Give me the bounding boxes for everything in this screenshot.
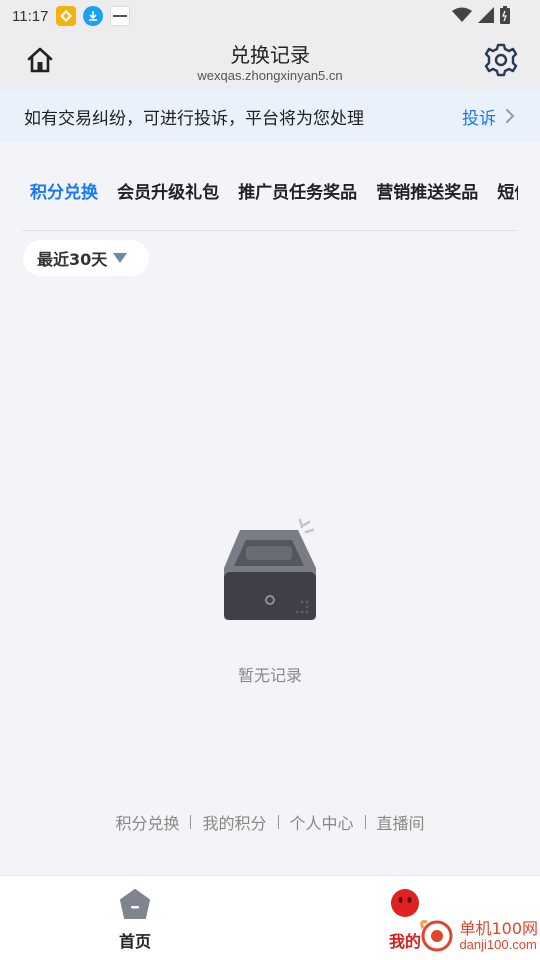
footer-link-points-exchange[interactable]: 积分兑换 bbox=[115, 810, 179, 834]
category-tabs-card: 积分兑换 会员升级礼包 推广员任务奖品 营销推送奖品 短信 bbox=[22, 148, 518, 231]
status-time: 11:17 bbox=[12, 7, 49, 25]
user-nav-icon bbox=[391, 889, 419, 917]
footer-separator bbox=[190, 815, 192, 829]
empty-inbox-icon bbox=[224, 518, 316, 620]
status-bar: 11:17 bbox=[0, 0, 540, 32]
complaint-link[interactable]: 投诉 bbox=[462, 104, 496, 129]
date-range-label: 最近30天 bbox=[37, 250, 108, 269]
notice-text: 如有交易纠纷，可进行投诉，平台将为您处理 bbox=[24, 108, 364, 129]
footer-links: 积分兑换 我的积分 个人中心 直播间 bbox=[0, 810, 540, 834]
page-title: 兑换记录 bbox=[230, 43, 310, 67]
header: 兑换记录 wexqas.zhongxinyan5.cn bbox=[0, 32, 540, 90]
tab-promoter-task-prize[interactable]: 推广员任务奖品 bbox=[238, 178, 357, 203]
tab-marketing-push-prize[interactable]: 营销推送奖品 bbox=[376, 178, 478, 203]
date-range-filter[interactable]: 最近30天 bbox=[23, 240, 149, 276]
footer-link-my-points[interactable]: 我的积分 bbox=[202, 810, 266, 834]
nav-label-home: 首页 bbox=[118, 932, 151, 951]
watermark-logo-icon bbox=[420, 920, 453, 952]
category-tabs: 积分兑换 会员升级礼包 推广员任务奖品 营销推送奖品 短信 bbox=[30, 178, 518, 203]
watermark-sub-text: danji100.com bbox=[459, 937, 537, 952]
footer-separator bbox=[364, 815, 366, 829]
news-icon bbox=[110, 6, 131, 26]
footer-link-live-room[interactable]: 直播间 bbox=[377, 810, 425, 834]
nav-item-home[interactable]: 首页 bbox=[85, 888, 185, 952]
chevron-right-icon[interactable] bbox=[504, 108, 516, 124]
footer-link-personal-center[interactable]: 个人中心 bbox=[290, 810, 354, 834]
settings-button[interactable] bbox=[484, 43, 518, 77]
tab-points-exchange[interactable]: 积分兑换 bbox=[30, 178, 98, 203]
tab-sms[interactable]: 短信 bbox=[497, 178, 518, 203]
app-logo-icon bbox=[56, 6, 77, 26]
wifi-icon bbox=[452, 7, 472, 22]
signal-icon bbox=[478, 7, 494, 23]
page-subtitle-url: wexqas.zhongxinyan5.cn bbox=[197, 68, 343, 83]
caret-down-icon bbox=[113, 253, 128, 263]
site-watermark: 单机100网 danji100.com bbox=[419, 918, 538, 954]
tab-divider bbox=[22, 230, 518, 231]
complaint-notice-bar: 如有交易纠纷，可进行投诉，平台将为您处理 投诉 bbox=[0, 90, 540, 142]
footer-separator bbox=[277, 815, 279, 829]
gear-icon bbox=[484, 43, 518, 77]
tab-member-upgrade-gift[interactable]: 会员升级礼包 bbox=[117, 178, 219, 203]
download-icon bbox=[83, 6, 104, 26]
battery-icon bbox=[500, 6, 510, 24]
home-nav-icon bbox=[120, 889, 150, 919]
watermark-main-text: 单机100网 bbox=[459, 919, 538, 938]
empty-state-text: 暂无记录 bbox=[237, 666, 302, 685]
